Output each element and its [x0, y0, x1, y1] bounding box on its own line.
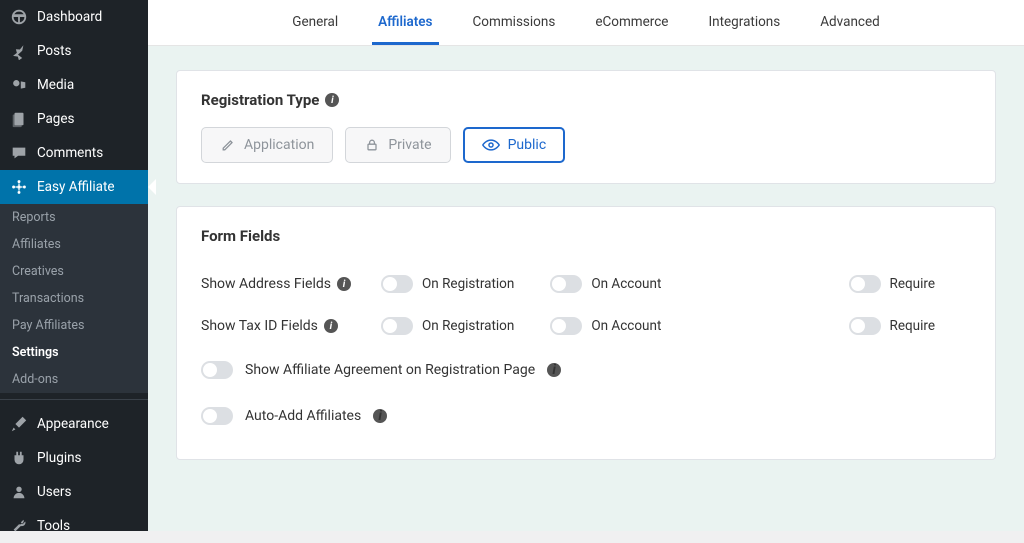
sidebar-submenu: Reports Affiliates Creatives Transaction…: [0, 204, 148, 393]
toggle-on-account: On Account: [550, 317, 661, 335]
show-address-fields-row: Show Address Fields i On Registration On…: [201, 263, 971, 305]
toggle-require: Require: [849, 275, 935, 293]
tab-integrations[interactable]: Integrations: [702, 0, 786, 45]
toggle-switch[interactable]: [849, 317, 881, 335]
card-title: Form Fields: [201, 227, 971, 245]
users-icon: [10, 483, 28, 501]
sidebar-subitem-transactions[interactable]: Transactions: [0, 285, 148, 312]
pencil-icon: [220, 137, 236, 153]
sidebar-subitem-addons[interactable]: Add-ons: [0, 366, 148, 393]
toggle-switch[interactable]: [550, 317, 582, 335]
info-icon[interactable]: i: [324, 319, 338, 333]
registration-option-public[interactable]: Public: [463, 127, 566, 163]
tab-affiliates[interactable]: Affiliates: [372, 0, 438, 45]
toggle-switch[interactable]: [381, 275, 413, 293]
show-affiliate-agreement-row: Show Affiliate Agreement on Registration…: [201, 347, 971, 393]
registration-type-group: Application Private Public: [201, 127, 971, 163]
field-label: Show Tax ID Fields i: [201, 318, 381, 334]
wrench-icon: [10, 517, 28, 535]
settings-tabs: General Affiliates Commissions eCommerce…: [148, 0, 1024, 46]
sidebar-label: Plugins: [37, 450, 82, 466]
auto-add-affiliates-row: Auto-Add Affiliates i: [201, 393, 971, 439]
form-fields-card: Form Fields Show Address Fields i On Reg…: [176, 206, 996, 460]
sidebar-label: Appearance: [37, 416, 109, 432]
sidebar-separator: [0, 399, 148, 407]
sidebar-label: Easy Affiliate: [37, 179, 115, 195]
sidebar-subitem-reports[interactable]: Reports: [0, 204, 148, 231]
brush-icon: [10, 415, 28, 433]
sidebar-label: Posts: [37, 43, 71, 59]
toggle-switch[interactable]: [201, 361, 233, 379]
registration-type-card: Registration Type i Application Private …: [176, 70, 996, 184]
media-icon: [10, 76, 28, 94]
sidebar-item-dashboard[interactable]: Dashboard: [0, 0, 148, 34]
sidebar-subitem-affiliates[interactable]: Affiliates: [0, 231, 148, 258]
show-tax-id-fields-row: Show Tax ID Fields i On Registration On …: [201, 305, 971, 347]
card-title: Registration Type i: [201, 91, 971, 109]
tab-advanced[interactable]: Advanced: [814, 0, 886, 45]
toggle-on-registration: On Registration: [381, 317, 514, 335]
sidebar-label: Media: [37, 77, 74, 93]
toggle-switch[interactable]: [381, 317, 413, 335]
field-label: Auto-Add Affiliates: [245, 408, 361, 424]
sidebar-subitem-pay-affiliates[interactable]: Pay Affiliates: [0, 312, 148, 339]
toggle-on-registration: On Registration: [381, 275, 514, 293]
toggle-switch[interactable]: [201, 407, 233, 425]
plug-icon: [10, 449, 28, 467]
main-content: General Affiliates Commissions eCommerce…: [148, 0, 1024, 531]
info-icon[interactable]: i: [373, 409, 387, 423]
sidebar-subitem-creatives[interactable]: Creatives: [0, 258, 148, 285]
info-icon[interactable]: i: [547, 363, 561, 377]
tab-commissions[interactable]: Commissions: [467, 0, 562, 45]
registration-option-application[interactable]: Application: [201, 127, 333, 163]
sidebar-label: Comments: [37, 145, 103, 161]
sidebar-item-comments[interactable]: Comments: [0, 136, 148, 170]
toggle-require: Require: [849, 317, 935, 335]
comments-icon: [10, 144, 28, 162]
lock-icon: [364, 137, 380, 153]
sidebar-item-media[interactable]: Media: [0, 68, 148, 102]
sidebar-subitem-settings[interactable]: Settings: [0, 339, 148, 366]
tab-general[interactable]: General: [286, 0, 344, 45]
pin-icon: [10, 42, 28, 60]
field-label: Show Affiliate Agreement on Registration…: [245, 362, 535, 378]
sidebar-item-easy-affiliate[interactable]: Easy Affiliate: [0, 170, 148, 204]
toggle-switch[interactable]: [550, 275, 582, 293]
sidebar-label: Users: [37, 484, 71, 500]
eye-icon: [482, 137, 500, 153]
sidebar-item-users[interactable]: Users: [0, 475, 148, 509]
dashboard-icon: [10, 8, 28, 26]
affiliate-icon: [10, 178, 28, 196]
field-label: Show Address Fields i: [201, 276, 381, 292]
sidebar-label: Tools: [37, 518, 70, 534]
sidebar-item-pages[interactable]: Pages: [0, 102, 148, 136]
sidebar-item-appearance[interactable]: Appearance: [0, 407, 148, 441]
pages-icon: [10, 110, 28, 128]
info-icon[interactable]: i: [337, 277, 351, 291]
toggle-on-account: On Account: [550, 275, 661, 293]
info-icon[interactable]: i: [325, 93, 339, 107]
sidebar-item-plugins[interactable]: Plugins: [0, 441, 148, 475]
sidebar-item-posts[interactable]: Posts: [0, 34, 148, 68]
sidebar-label: Pages: [37, 111, 75, 127]
toggle-switch[interactable]: [849, 275, 881, 293]
registration-option-private[interactable]: Private: [345, 127, 450, 163]
sidebar-item-tools[interactable]: Tools: [0, 509, 148, 543]
sidebar-label: Dashboard: [37, 9, 102, 25]
admin-sidebar: Dashboard Posts Media Pages Comments Eas…: [0, 0, 148, 531]
tab-ecommerce[interactable]: eCommerce: [589, 0, 674, 45]
